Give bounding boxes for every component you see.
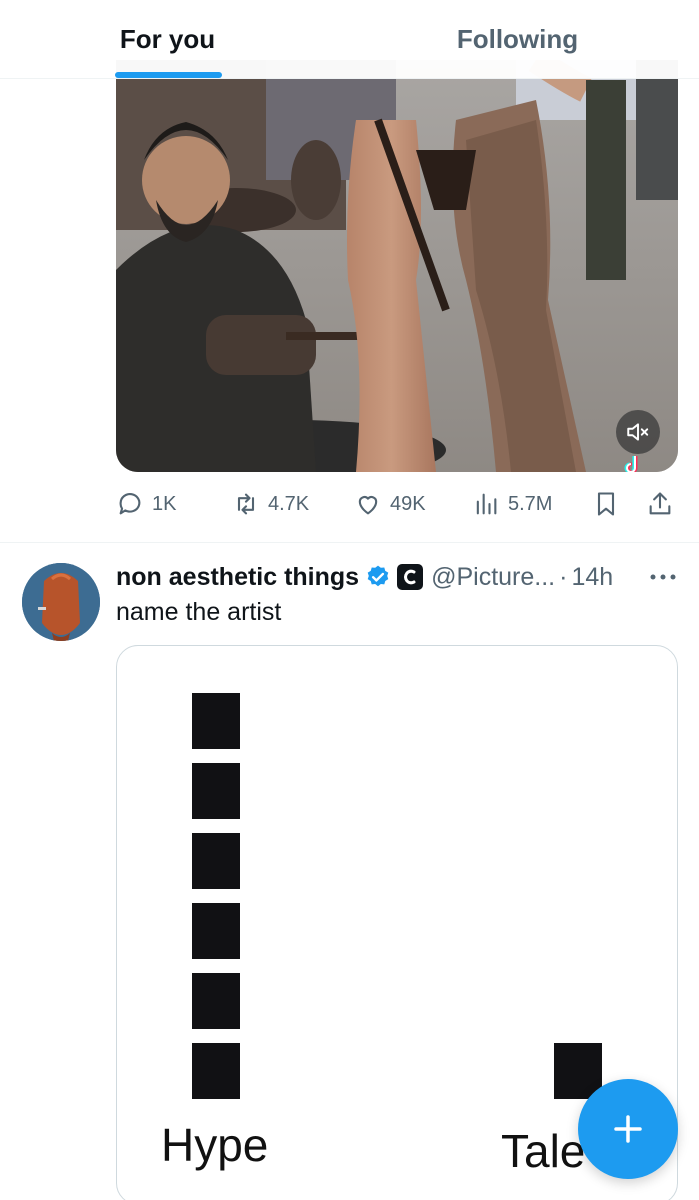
post1-action-bar: 1K 4.7K 49K 5.7M [116, 486, 686, 522]
like-button[interactable]: 49K [354, 486, 426, 522]
left-square [192, 763, 240, 819]
author-name[interactable]: non aesthetic things [116, 563, 359, 592]
repost-button[interactable]: 4.7K [232, 486, 309, 522]
separator-dot: · [559, 562, 568, 591]
video-thumbnail [116, 60, 678, 472]
reply-button[interactable]: 1K [116, 486, 176, 522]
post-timestamp[interactable]: 14h [571, 563, 613, 592]
verified-badge-icon [367, 565, 389, 587]
tab-following[interactable]: Following [430, 0, 605, 79]
avatar-image [22, 563, 100, 641]
share-button[interactable] [646, 486, 674, 522]
bookmark-icon [597, 492, 615, 516]
bookmark-button[interactable] [592, 486, 620, 522]
like-count: 49K [390, 492, 426, 515]
post-text: name the artist [116, 598, 282, 626]
author-handle[interactable]: @Picture... [431, 563, 555, 592]
repost-icon [237, 493, 255, 515]
views-button[interactable]: 5.7M [472, 486, 552, 522]
post2-header: non aesthetic things @Picture... · 14h [116, 560, 613, 594]
more-dots-icon [650, 574, 676, 580]
share-icon [649, 492, 671, 515]
left-square [192, 903, 240, 959]
image-label-left: Hype [161, 1119, 269, 1171]
repost-count: 4.7K [268, 492, 310, 515]
post1-video[interactable] [116, 60, 678, 472]
post-divider [0, 542, 699, 543]
left-square [192, 693, 240, 749]
left-square [192, 973, 240, 1029]
left-square [192, 833, 240, 889]
tab-for-you[interactable]: For you [80, 0, 255, 79]
reply-count: 1K [152, 492, 177, 515]
affiliate-logo-icon [404, 569, 416, 585]
more-options-button[interactable] [648, 562, 678, 592]
mute-button[interactable] [616, 410, 660, 454]
heart-icon [358, 496, 378, 515]
avatar[interactable] [22, 563, 100, 641]
left-square [192, 1043, 240, 1099]
views-chart-icon [476, 493, 497, 515]
speaker-muted-icon [627, 423, 649, 441]
tiktok-icon [624, 456, 638, 472]
plus-icon [614, 1115, 642, 1143]
image-label-right: Tale [501, 1125, 586, 1177]
views-count: 5.7M [508, 492, 553, 515]
reply-icon [119, 493, 141, 515]
affiliate-badge-icon [397, 564, 424, 590]
compose-button[interactable] [578, 1079, 678, 1179]
top-tab-bar: For you Following [0, 0, 699, 79]
active-tab-indicator [115, 72, 222, 78]
